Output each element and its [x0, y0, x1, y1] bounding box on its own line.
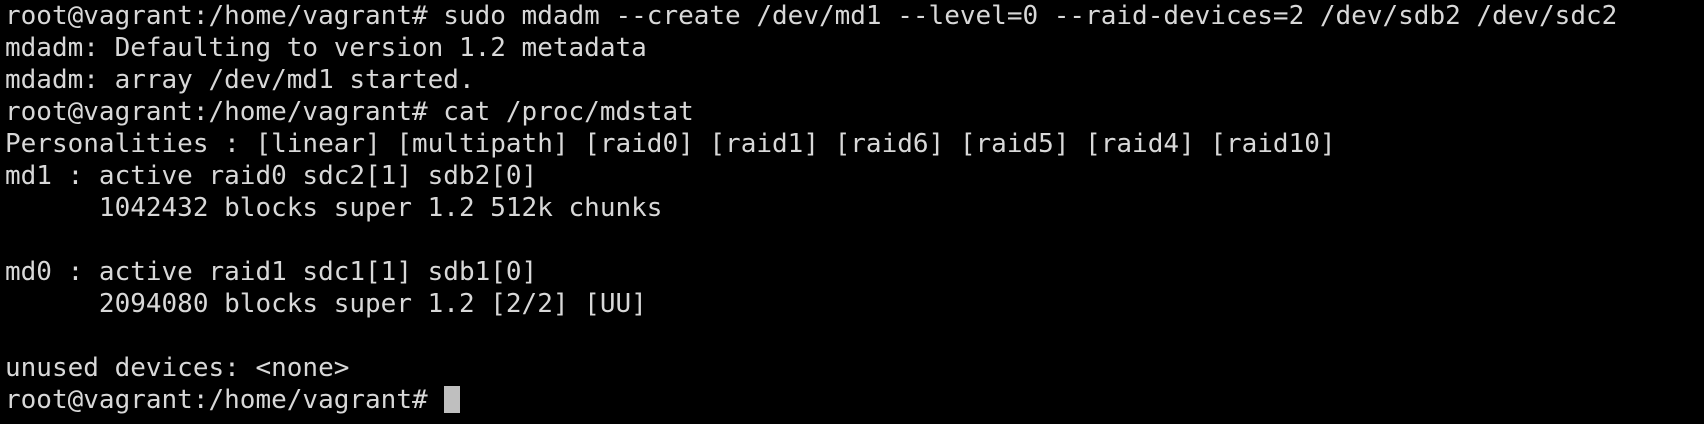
terminal-line-unused-devices: unused devices: <none>	[5, 353, 350, 383]
terminal-line-blank-2	[5, 320, 1704, 352]
terminal-line-metadata-notice: mdadm: Defaulting to version 1.2 metadat…	[5, 33, 647, 63]
terminal-line-create-command: root@vagrant:/home/vagrant# sudo mdadm -…	[5, 1, 1618, 31]
terminal-line-array-started: mdadm: array /dev/md1 started.	[5, 65, 475, 95]
terminal-prompt-line[interactable]: root@vagrant:/home/vagrant#	[5, 384, 1704, 416]
text-cursor	[444, 386, 461, 413]
terminal-line-personalities: Personalities : [linear] [multipath] [ra…	[5, 129, 1336, 159]
terminal-line-md0-blocks: 2094080 blocks super 1.2 [2/2] [UU]	[5, 289, 647, 319]
shell-prompt: root@vagrant:/home/vagrant#	[5, 385, 444, 415]
terminal-line-blank-1	[5, 224, 1704, 256]
terminal-window[interactable]: root@vagrant:/home/vagrant# sudo mdadm -…	[0, 0, 1704, 424]
terminal-line-md0-status: md0 : active raid1 sdc1[1] sdb1[0]	[5, 257, 538, 287]
terminal-line-md1-status: md1 : active raid0 sdc2[1] sdb2[0]	[5, 161, 538, 191]
terminal-line-md1-blocks: 1042432 blocks super 1.2 512k chunks	[5, 193, 663, 223]
terminal-line-cat-command: root@vagrant:/home/vagrant# cat /proc/md…	[5, 97, 694, 127]
